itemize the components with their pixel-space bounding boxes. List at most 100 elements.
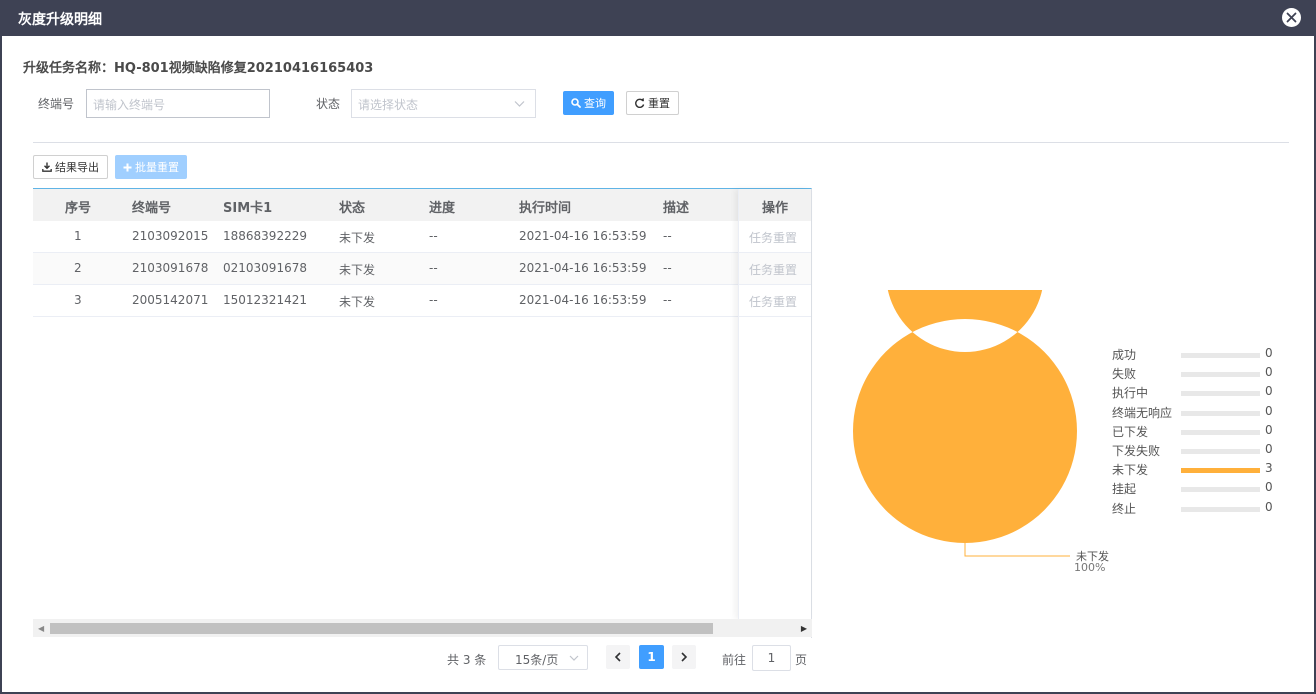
goto-page-input[interactable]: 1 <box>752 645 791 671</box>
slice-label-line <box>964 543 1070 557</box>
col-status: 状态 <box>339 201 366 216</box>
cell-sim: 18868392229 <box>223 229 307 243</box>
cell-sim: 02103091678 <box>223 261 307 275</box>
donut-slice-未下发[interactable] <box>852 290 1077 543</box>
fixed-action-column <box>738 189 811 619</box>
batch-reset-button[interactable]: 批量重置 <box>115 155 187 179</box>
legend-label[interactable]: 终止 <box>1112 500 1136 517</box>
legend-value: 0 <box>1265 480 1273 495</box>
cell-desc: -- <box>663 293 672 307</box>
task-reset-link[interactable]: 任务重置 <box>749 261 797 278</box>
legend-label[interactable]: 下发失败 <box>1112 442 1160 459</box>
horizontal-scrollbar[interactable]: ◀ ▶ <box>33 619 812 637</box>
legend-bar-track <box>1181 391 1260 397</box>
table-row: 3 2005142071 15012321421 未下发 -- 2021-04-… <box>33 285 811 317</box>
next-page-button[interactable] <box>672 645 696 669</box>
legend-bar-track <box>1181 429 1260 435</box>
col-progress: 进度 <box>429 201 456 216</box>
cell-terminal: 2103091678 <box>132 261 209 275</box>
filter-divider <box>33 142 1289 143</box>
legend-value: 0 <box>1265 499 1273 514</box>
cell-status: 未下发 <box>339 231 376 245</box>
upgrade-detail-dialog: 灰度升级明细 升级任务名称：HQ-801视频缺陷修复20210416165403… <box>0 0 1316 694</box>
task-name-label: 升级任务名称： <box>23 61 115 76</box>
legend-bar-track <box>1181 487 1260 493</box>
legend-bar-track <box>1181 449 1260 454</box>
slice-label-percent: 100% <box>1074 561 1105 574</box>
reset-button[interactable]: 重置 <box>626 91 679 115</box>
legend-value: 0 <box>1265 422 1273 437</box>
task-name-line: 升级任务名称：HQ-801视频缺陷修复20210416165403 <box>23 57 373 76</box>
legend-bar-fill <box>1181 468 1260 474</box>
scrollbar-thumb[interactable] <box>50 623 713 634</box>
terminal-label: 终端号 <box>38 97 75 111</box>
terminal-input[interactable]: 请输入终端号 <box>86 89 270 118</box>
scroll-left-icon[interactable]: ◀ <box>38 624 44 633</box>
status-select-placeholder: 请选择状态 <box>358 98 419 112</box>
legend-bar-track <box>1181 410 1260 416</box>
legend-label[interactable]: 挂起 <box>1112 480 1136 497</box>
cell-progress: -- <box>429 293 438 307</box>
cell-desc: -- <box>663 261 672 275</box>
legend-bar-track <box>1181 353 1260 358</box>
status-label: 状态 <box>316 97 341 111</box>
status-donut-chart: 未下发100% <box>852 290 1109 574</box>
batch-reset-button-label: 批量重置 <box>135 161 179 174</box>
prev-page-button[interactable] <box>606 645 630 669</box>
scroll-right-icon[interactable]: ▶ <box>801 624 807 633</box>
page-size-select[interactable]: 15条/页 <box>498 645 588 670</box>
legend-label[interactable]: 执行中 <box>1112 384 1148 401</box>
export-button[interactable]: 结果导出 <box>33 155 108 179</box>
legend-value: 0 <box>1265 403 1273 418</box>
close-button[interactable] <box>1282 8 1301 27</box>
cell-index: 1 <box>74 229 82 243</box>
legend-label[interactable]: 未下发 <box>1112 461 1148 478</box>
col-sim: SIM卡1 <box>223 201 273 216</box>
legend-value: 0 <box>1265 442 1273 456</box>
legend-label[interactable]: 成功 <box>1112 346 1136 363</box>
legend-value: 0 <box>1265 346 1273 360</box>
dialog-title: 灰度升级明细 <box>18 12 102 28</box>
export-button-label: 结果导出 <box>55 161 99 174</box>
download-icon <box>42 162 52 172</box>
legend-value: 3 <box>1265 461 1273 476</box>
table-row: 2 2103091678 02103091678 未下发 -- 2021-04-… <box>33 253 811 285</box>
close-icon <box>1286 12 1297 23</box>
result-table: 序号 终端号 SIM卡1 状态 进度 执行时间 描述 操作 1 21030920… <box>33 188 812 638</box>
search-button-label: 查询 <box>584 97 606 110</box>
col-desc: 描述 <box>663 201 690 216</box>
cell-progress: -- <box>429 261 438 275</box>
legend-label[interactable]: 终端无响应 <box>1112 404 1172 421</box>
col-time: 执行时间 <box>519 201 572 216</box>
legend-label[interactable]: 已下发 <box>1112 423 1148 440</box>
legend-bar-track <box>1181 506 1260 512</box>
table-row: 1 2103092015 18868392229 未下发 -- 2021-04-… <box>33 221 811 253</box>
cell-status: 未下发 <box>339 263 376 277</box>
cell-status: 未下发 <box>339 295 376 309</box>
page-size-value: 15条/页 <box>515 653 559 667</box>
cell-progress: -- <box>429 229 438 243</box>
legend-label[interactable]: 失败 <box>1112 365 1136 382</box>
status-select[interactable]: 请选择状态 <box>351 89 536 118</box>
table-header: 序号 终端号 SIM卡1 状态 进度 执行时间 描述 操作 <box>33 189 811 221</box>
legend-bar-track <box>1181 372 1260 378</box>
page-suffix: 页 <box>795 653 808 667</box>
col-index: 序号 <box>65 201 92 216</box>
legend-bar-track <box>1181 468 1260 474</box>
reset-button-label: 重置 <box>648 97 670 110</box>
task-reset-link[interactable]: 任务重置 <box>749 229 797 246</box>
chevron-right-icon <box>681 652 688 662</box>
cell-index: 2 <box>74 261 82 275</box>
cell-time: 2021-04-16 16:53:59 <box>519 261 647 275</box>
goto-label: 前往 <box>722 653 747 667</box>
col-terminal: 终端号 <box>132 201 172 216</box>
task-reset-link[interactable]: 任务重置 <box>749 293 797 310</box>
dialog-titlebar: 灰度升级明细 <box>2 0 1316 36</box>
cell-sim: 15012321421 <box>223 293 307 307</box>
search-button[interactable]: 查询 <box>563 91 614 115</box>
chevron-down-icon <box>514 101 525 107</box>
page-number-current[interactable]: 1 <box>639 645 664 669</box>
legend-value: 0 <box>1265 384 1273 399</box>
terminal-input-placeholder: 请输入终端号 <box>93 98 166 112</box>
search-icon <box>571 98 581 108</box>
